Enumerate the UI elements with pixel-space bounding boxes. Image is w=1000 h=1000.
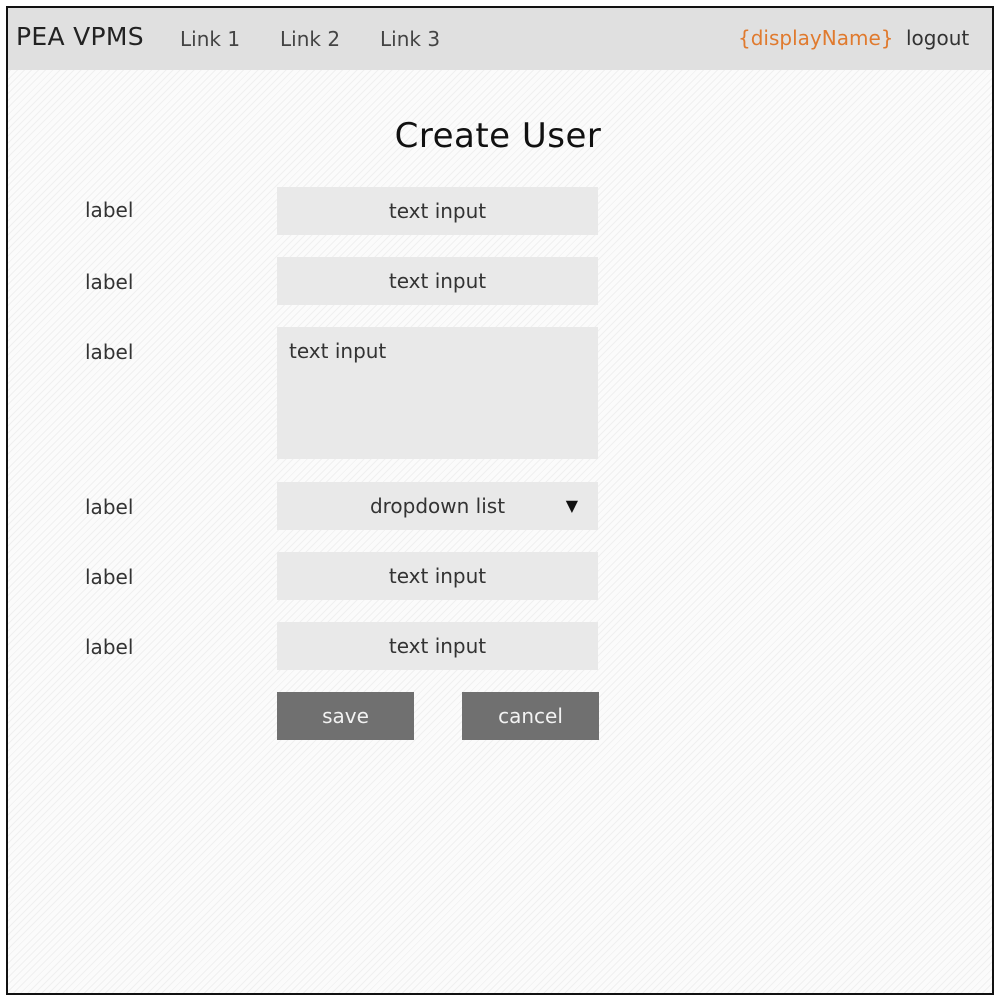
field-label-2: label — [85, 270, 134, 294]
field-label-3: label — [85, 340, 134, 364]
top-navbar: PEA VPMS Link 1 Link 2 Link 3 {displayNa… — [8, 8, 992, 70]
nav-link-3[interactable]: Link 3 — [380, 27, 440, 51]
field-label-5: label — [85, 565, 134, 589]
nav-link-2[interactable]: Link 2 — [280, 27, 340, 51]
cancel-button[interactable]: cancel — [462, 692, 599, 740]
page-frame: PEA VPMS Link 1 Link 2 Link 3 {displayNa… — [6, 6, 994, 995]
caret-down-icon: ▼ — [565, 496, 578, 515]
field-label-6: label — [85, 635, 134, 659]
page-title: Create User — [394, 116, 602, 156]
field-label-4: label — [85, 495, 134, 519]
nav-link-1[interactable]: Link 1 — [180, 27, 240, 51]
text-input-5[interactable]: text input — [277, 552, 598, 600]
text-input-1[interactable]: text input — [277, 187, 598, 235]
dropdown-selected-value: dropdown list — [369, 494, 506, 518]
text-input-6-placeholder: text input — [388, 634, 487, 658]
logout-link[interactable]: logout — [906, 26, 969, 50]
field-label-1: label — [85, 198, 134, 222]
user-display-name: {displayName} — [738, 26, 894, 50]
save-button[interactable]: save — [277, 692, 414, 740]
brand-logo[interactable]: PEA VPMS — [16, 22, 144, 51]
textarea-input[interactable]: text input — [277, 327, 598, 459]
dropdown-select[interactable]: dropdown list ▼ — [277, 482, 598, 530]
text-input-2[interactable]: text input — [277, 257, 598, 305]
text-input-2-placeholder: text input — [388, 269, 487, 293]
text-input-5-placeholder: text input — [388, 564, 487, 588]
text-input-1-placeholder: text input — [388, 199, 487, 223]
text-input-6[interactable]: text input — [277, 622, 598, 670]
textarea-placeholder: text input — [289, 339, 387, 363]
